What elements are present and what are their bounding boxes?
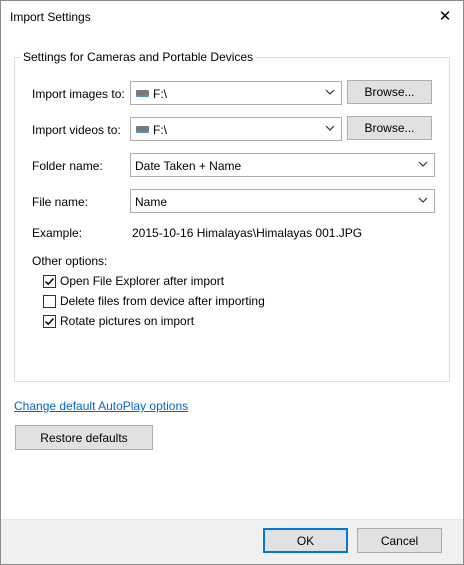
import-videos-dropdown[interactable]: F:\ (130, 117, 342, 141)
example-label: Example: (32, 226, 83, 240)
restore-defaults-button[interactable]: Restore defaults (15, 425, 153, 450)
chevron-down-icon (325, 125, 335, 131)
groupbox-title: Settings for Cameras and Portable Device… (21, 50, 256, 64)
checkmark-icon (44, 277, 55, 285)
chevron-down-icon (418, 197, 428, 203)
open-explorer-label: Open File Explorer after import (60, 274, 225, 288)
browse-images-button[interactable]: Browse... (347, 80, 432, 104)
chevron-down-icon (418, 161, 428, 167)
delete-files-option[interactable]: Delete files from device after importing (43, 293, 265, 309)
drive-icon (136, 126, 149, 133)
file-name-value: Name (135, 195, 168, 209)
chevron-down-icon (325, 89, 335, 95)
rotate-pictures-option[interactable]: Rotate pictures on import (43, 313, 194, 329)
drive-icon (136, 90, 149, 97)
folder-name-label: Folder name: (32, 159, 103, 173)
change-autoplay-link[interactable]: Change default AutoPlay options (14, 399, 188, 413)
import-videos-label: Import videos to: (32, 123, 121, 137)
import-videos-value: F:\ (153, 123, 167, 137)
cancel-button[interactable]: Cancel (357, 528, 442, 553)
file-name-dropdown[interactable]: Name (130, 189, 435, 213)
file-name-label: File name: (32, 195, 89, 209)
dialog-footer: OK Cancel (1, 519, 463, 564)
example-value: 2015-10-16 Himalayas\Himalayas 001.JPG (132, 226, 363, 240)
import-settings-dialog: Import Settings ✕ Settings for Cameras a… (0, 0, 464, 565)
folder-name-dropdown[interactable]: Date Taken + Name (130, 153, 435, 177)
rotate-pictures-label: Rotate pictures on import (60, 314, 195, 328)
import-images-label: Import images to: (32, 87, 125, 101)
other-options-label: Other options: (32, 254, 108, 268)
delete-files-checkbox[interactable] (43, 294, 56, 308)
open-explorer-checkbox[interactable] (43, 274, 56, 288)
checkmark-icon (44, 317, 55, 325)
title-bar: Import Settings ✕ (1, 1, 463, 31)
ok-button[interactable]: OK (263, 528, 348, 553)
window-title: Import Settings (10, 10, 91, 24)
settings-groupbox (14, 57, 450, 382)
close-icon: ✕ (438, 8, 452, 25)
browse-videos-button[interactable]: Browse... (347, 116, 432, 140)
import-images-value: F:\ (153, 87, 167, 101)
import-images-dropdown[interactable]: F:\ (130, 81, 342, 105)
rotate-pictures-checkbox[interactable] (43, 314, 56, 328)
close-button[interactable]: ✕ (427, 1, 463, 31)
delete-files-label: Delete files from device after importing (60, 294, 265, 308)
open-explorer-option[interactable]: Open File Explorer after import (43, 273, 224, 289)
folder-name-value: Date Taken + Name (135, 159, 242, 173)
